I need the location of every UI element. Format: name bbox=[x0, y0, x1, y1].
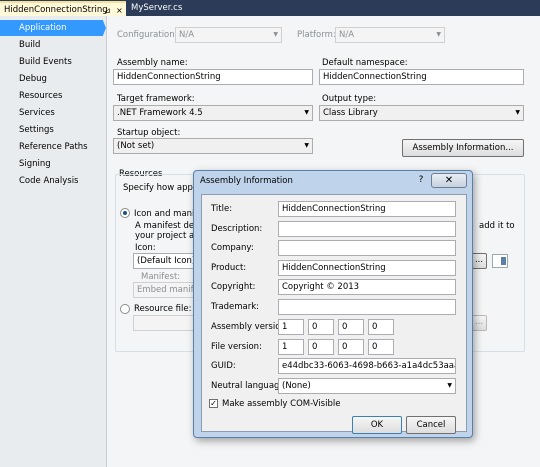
document-tab-bar: HiddenConnectionString ⊿ × MyServer.cs bbox=[0, 0, 540, 16]
startup-object-label: Startup object: bbox=[117, 128, 181, 138]
resource-file-label: Resource file: bbox=[134, 304, 192, 314]
assembly-version-minor[interactable]: 0 bbox=[308, 319, 334, 335]
title-label: Title: bbox=[211, 204, 233, 214]
dialog-body: Title: HiddenConnectionString Descriptio… bbox=[201, 194, 467, 434]
com-visible-label: Make assembly COM-Visible bbox=[222, 399, 341, 409]
target-framework-label: Target framework: bbox=[117, 94, 195, 104]
platform-select: N/A ▼ bbox=[335, 27, 445, 43]
copyright-input[interactable]: Copyright © 2013 bbox=[278, 279, 456, 295]
target-framework-select[interactable]: .NET Framework 4.5 ▼ bbox=[113, 105, 313, 121]
default-namespace-input[interactable]: HiddenConnectionString bbox=[319, 69, 524, 85]
icon-preview bbox=[492, 254, 508, 268]
platform-label: Platform: bbox=[297, 30, 336, 40]
file-version-minor[interactable]: 0 bbox=[308, 339, 334, 355]
icon-label: Icon: bbox=[135, 243, 156, 253]
nav-item-services[interactable]: Services bbox=[0, 105, 106, 121]
nav-item-build[interactable]: Build bbox=[0, 37, 106, 53]
tab-label: MyServer.cs bbox=[131, 3, 183, 13]
output-type-label: Output type: bbox=[322, 94, 377, 104]
nav-item-build-events[interactable]: Build Events bbox=[0, 54, 106, 70]
neutral-language-select[interactable]: (None) ▼ bbox=[278, 378, 456, 394]
resource-file-browse-button: ... bbox=[471, 315, 487, 331]
manifest-select: Embed manifest bbox=[133, 282, 197, 298]
icon-browse-button[interactable]: ... bbox=[471, 253, 487, 269]
description-input[interactable] bbox=[278, 221, 456, 237]
assembly-version-major[interactable]: 1 bbox=[278, 319, 304, 335]
ok-button[interactable]: OK bbox=[352, 416, 402, 434]
nav-item-signing[interactable]: Signing bbox=[0, 156, 106, 172]
nav-item-application[interactable]: Application bbox=[0, 20, 106, 36]
trademark-label: Trademark: bbox=[211, 302, 260, 312]
chevron-down-icon: ▼ bbox=[515, 109, 520, 116]
neutral-language-label: Neutral language: bbox=[211, 381, 288, 391]
nav-item-resources[interactable]: Resources bbox=[0, 88, 106, 104]
guid-input[interactable]: e44dbc33-6063-4698-b663-a1a4dc53aaa6 bbox=[278, 358, 456, 374]
tab-label: HiddenConnectionString bbox=[4, 5, 108, 15]
trademark-input[interactable] bbox=[278, 299, 456, 315]
help-icon[interactable]: ? bbox=[413, 173, 429, 188]
company-input[interactable] bbox=[278, 240, 456, 256]
tab-myserver-cs[interactable]: MyServer.cs bbox=[127, 1, 199, 16]
nav-item-settings[interactable]: Settings bbox=[0, 122, 106, 138]
assembly-information-dialog: Assembly Information ? ✕ Title: HiddenCo… bbox=[193, 170, 473, 438]
chevron-down-icon: ▼ bbox=[304, 142, 309, 149]
configuration-select: N/A ▼ bbox=[175, 27, 282, 43]
assembly-information-button[interactable]: Assembly Information... bbox=[402, 139, 524, 157]
dialog-close-button[interactable]: ✕ bbox=[431, 173, 467, 188]
window-icon bbox=[501, 257, 506, 265]
assembly-version-revision[interactable]: 0 bbox=[368, 319, 394, 335]
file-version-label: File version: bbox=[211, 342, 262, 352]
manifest-label: Manifest: bbox=[141, 272, 181, 282]
title-input[interactable]: HiddenConnectionString bbox=[278, 201, 456, 217]
nav-item-code-analysis[interactable]: Code Analysis bbox=[0, 173, 106, 189]
nav-item-reference-paths[interactable]: Reference Paths bbox=[0, 139, 106, 155]
dialog-title: Assembly Information bbox=[200, 176, 293, 186]
nav-item-debug[interactable]: Debug bbox=[0, 71, 106, 87]
chevron-down-icon: ▼ bbox=[447, 382, 452, 389]
manifest-description-tail: add it to bbox=[479, 221, 515, 231]
chevron-down-icon: ▼ bbox=[304, 109, 309, 116]
project-properties-nav: Application Build Build Events Debug Res… bbox=[0, 16, 106, 467]
description-label: Description: bbox=[211, 224, 263, 234]
guid-label: GUID: bbox=[211, 361, 236, 371]
icon-select[interactable]: (Default Icon) bbox=[133, 253, 197, 269]
product-label: Product: bbox=[211, 263, 247, 273]
cancel-button[interactable]: Cancel bbox=[406, 416, 456, 434]
company-label: Company: bbox=[211, 243, 254, 253]
tab-hiddenconnectionstring[interactable]: HiddenConnectionString ⊿ × bbox=[0, 1, 126, 16]
resource-file-radio[interactable] bbox=[120, 304, 130, 314]
chevron-down-icon: ▼ bbox=[273, 31, 278, 38]
product-input[interactable]: HiddenConnectionString bbox=[278, 260, 456, 276]
default-namespace-label: Default namespace: bbox=[322, 58, 408, 68]
output-type-select[interactable]: Class Library ▼ bbox=[319, 105, 524, 121]
resource-file-input bbox=[133, 315, 197, 331]
file-version-revision[interactable]: 0 bbox=[368, 339, 394, 355]
assembly-name-input[interactable]: HiddenConnectionString bbox=[113, 69, 313, 85]
assembly-name-label: Assembly name: bbox=[117, 58, 188, 68]
copyright-label: Copyright: bbox=[211, 282, 256, 292]
com-visible-checkbox[interactable]: ✓ bbox=[209, 399, 218, 408]
assembly-version-build[interactable]: 0 bbox=[338, 319, 364, 335]
startup-object-select[interactable]: (Not set) ▼ bbox=[113, 138, 313, 154]
file-version-major[interactable]: 1 bbox=[278, 339, 304, 355]
file-version-build[interactable]: 0 bbox=[338, 339, 364, 355]
chevron-down-icon: ▼ bbox=[436, 31, 441, 38]
configuration-label: Configuration: bbox=[117, 30, 178, 40]
icon-manifest-radio[interactable] bbox=[120, 208, 130, 218]
